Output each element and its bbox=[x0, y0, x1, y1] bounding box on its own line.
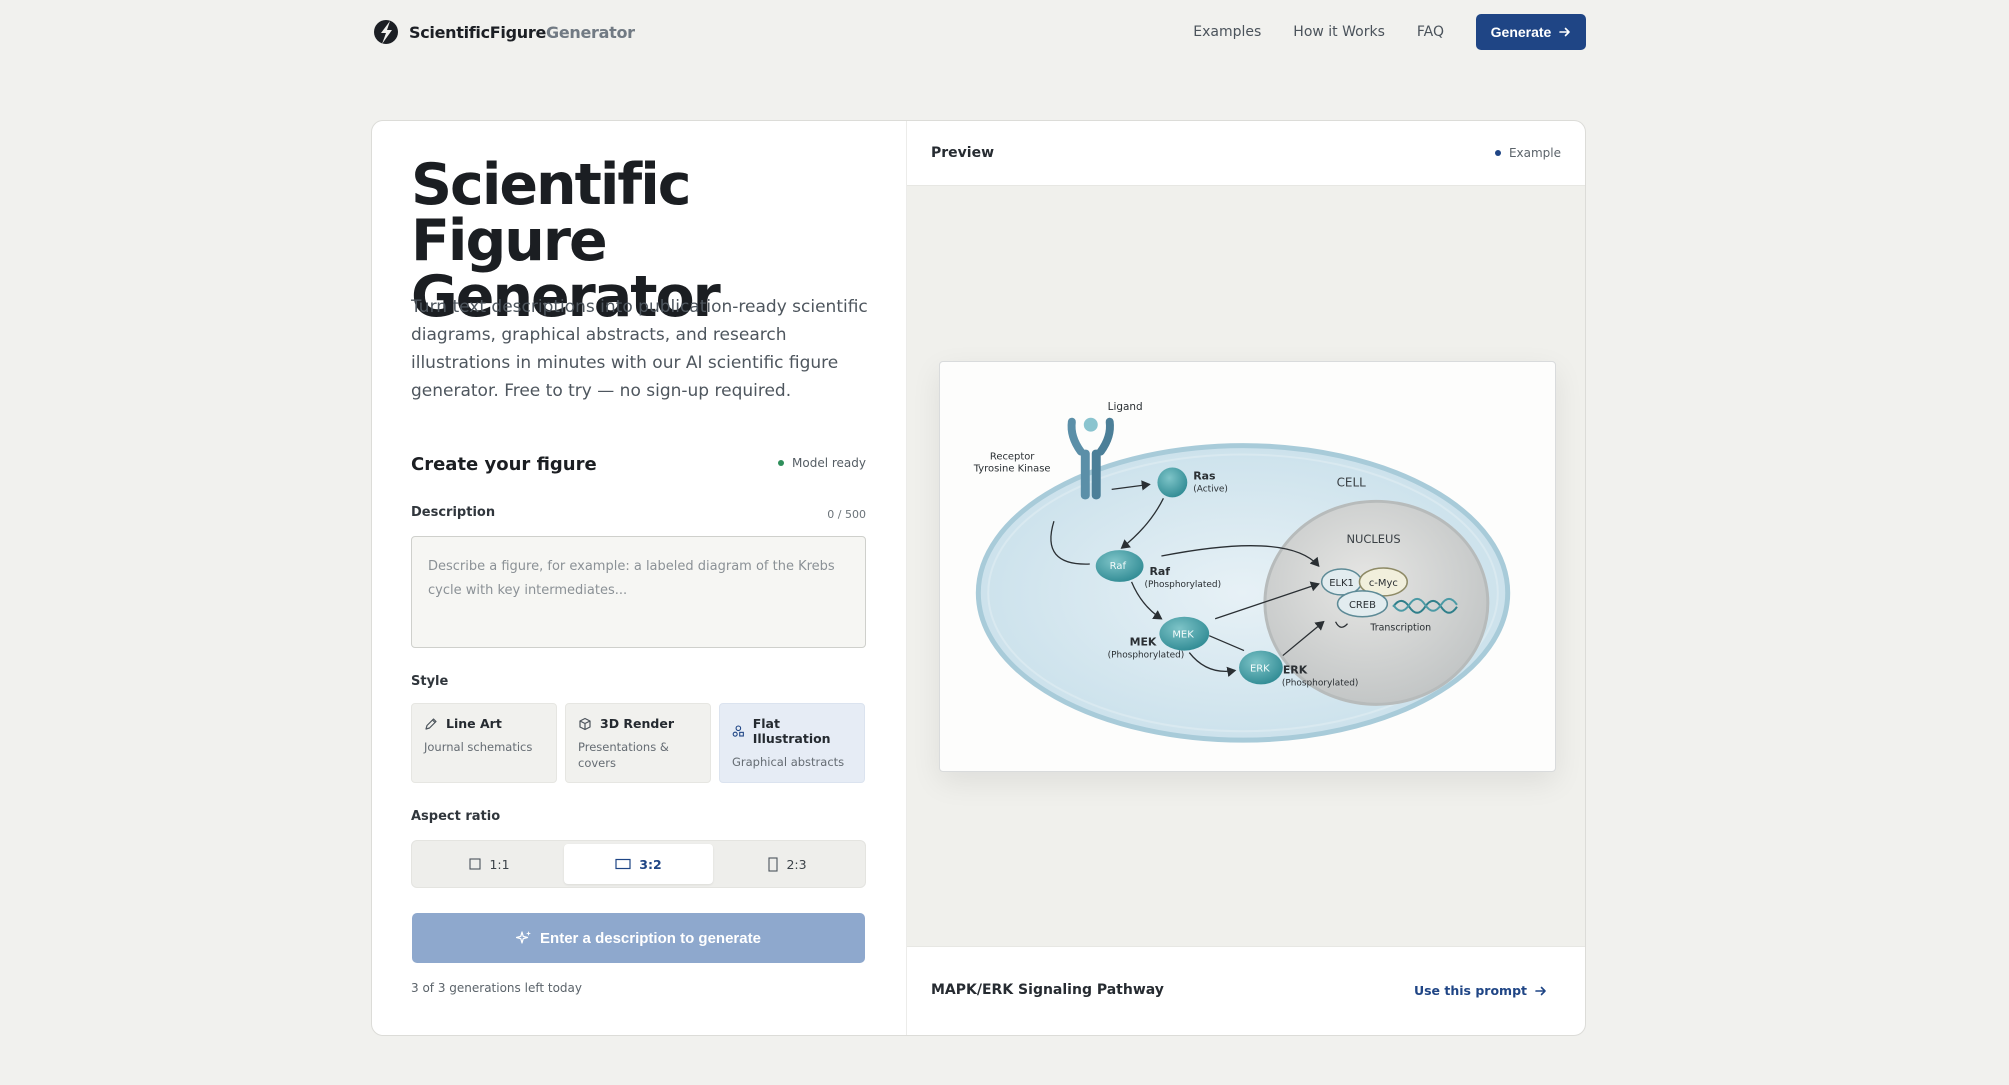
aspect-ratio-label: Aspect ratio bbox=[411, 809, 501, 824]
figure-label: Ligand bbox=[1108, 401, 1143, 413]
use-this-prompt-label: Use this prompt bbox=[1413, 983, 1527, 998]
aspect-option-1-1[interactable]: 1:1 bbox=[415, 844, 564, 884]
sparkle-icon bbox=[516, 931, 532, 944]
figure-label: NUCLEUS bbox=[1347, 532, 1401, 546]
hero-description: Turn text descriptions into publication-… bbox=[411, 297, 868, 401]
figure-label: MEK bbox=[1172, 630, 1194, 641]
figure-label: Ras bbox=[1193, 469, 1215, 482]
figure-label: CELL bbox=[1337, 475, 1367, 489]
model-status-badge: Model ready bbox=[778, 456, 866, 470]
status-dot-icon bbox=[778, 460, 785, 466]
square-icon bbox=[469, 858, 481, 870]
figure-label: ERK bbox=[1250, 663, 1270, 674]
pathway-illustration: Ligand Receptor Tyrosine Kinase Ras (Act… bbox=[973, 401, 1511, 743]
header-generate-button[interactable]: Generate bbox=[1476, 14, 1586, 50]
nav-how-it-works-link[interactable]: How it Works bbox=[1293, 24, 1385, 40]
arrow-right-icon bbox=[1559, 27, 1571, 37]
brand-name-light: Generator bbox=[546, 22, 635, 42]
figure-label: (Phosphorylated) bbox=[1145, 580, 1222, 590]
example-badge-text: Example bbox=[1508, 146, 1561, 160]
form-panel: Scientific Figure Generator Turn text de… bbox=[372, 121, 906, 1035]
nav-links: Examples How it Works FAQ Generate bbox=[1193, 14, 1586, 50]
figure-label: (Phosphorylated) bbox=[1108, 651, 1185, 661]
cube-icon bbox=[579, 717, 591, 730]
figure-label: ELK1 bbox=[1329, 578, 1354, 589]
logo-icon bbox=[374, 20, 398, 44]
style-option-desc: Graphical abstracts bbox=[732, 755, 845, 769]
figure-label: c-Myc bbox=[1369, 578, 1398, 589]
form-title: Create your figure bbox=[411, 454, 597, 475]
style-option-desc: Journal schematics bbox=[424, 740, 533, 754]
style-option-name: 3D Render bbox=[600, 716, 675, 731]
aspect-option-3-2[interactable]: 3:2 bbox=[564, 844, 713, 884]
figure-label: Transcription bbox=[1369, 623, 1431, 634]
example-figure: Ligand Receptor Tyrosine Kinase Ras (Act… bbox=[939, 361, 1556, 772]
preview-canvas: Ligand Receptor Tyrosine Kinase Ras (Act… bbox=[907, 185, 1585, 947]
ras-protein bbox=[1157, 467, 1188, 498]
style-option-3d-render[interactable]: 3D Render Presentations & covers bbox=[565, 703, 711, 783]
arrow-right-icon bbox=[1535, 986, 1546, 995]
brand-logo[interactable]: ScientificFigureGenerator bbox=[373, 17, 635, 47]
figure-label: Raf bbox=[1110, 561, 1127, 572]
description-label: Description bbox=[411, 505, 496, 520]
aspect-option-label: 2:3 bbox=[786, 856, 807, 872]
generate-figure-button[interactable]: Enter a description to generate bbox=[412, 913, 865, 963]
preview-panel: Preview Example Ligand Receptor Tyrosine… bbox=[906, 121, 1585, 1035]
brand-name-bold: ScientificFigure bbox=[409, 22, 546, 42]
generator-card: Scientific Figure Generator Turn text de… bbox=[371, 120, 1586, 1036]
example-badge: Example bbox=[1494, 146, 1561, 160]
aspect-option-label: 1:1 bbox=[489, 856, 510, 872]
style-option-flat-illustration[interactable]: Flat Illustration Graphical abstracts bbox=[719, 703, 865, 783]
top-nav-bar: ScientificFigureGenerator Examples How i… bbox=[373, 14, 1586, 50]
style-label: Style bbox=[411, 674, 449, 689]
figure-label: CREB bbox=[1349, 600, 1376, 611]
figure-label: (Phosphorylated) bbox=[1282, 678, 1359, 688]
generation-quota: 3 of 3 generations left today bbox=[411, 981, 582, 995]
style-option-line-art[interactable]: Line Art Journal schematics bbox=[411, 703, 557, 783]
brand-name: ScientificFigureGenerator bbox=[409, 23, 635, 42]
figure-label: Receptor bbox=[990, 452, 1035, 463]
description-input[interactable] bbox=[411, 536, 866, 648]
style-options: Line Art Journal schematics 3D Render Pr… bbox=[411, 703, 865, 783]
nav-examples-link[interactable]: Examples bbox=[1193, 24, 1261, 40]
landscape-icon bbox=[615, 858, 631, 870]
pen-icon bbox=[425, 717, 437, 730]
header-generate-label: Generate bbox=[1490, 24, 1552, 40]
example-caption: MAPK/ERK Signaling Pathway bbox=[931, 982, 1164, 998]
model-status-text: Model ready bbox=[792, 456, 866, 470]
nav-faq-link[interactable]: FAQ bbox=[1417, 24, 1444, 40]
figure-label: (Active) bbox=[1193, 484, 1228, 494]
style-option-name: Line Art bbox=[446, 716, 502, 731]
portrait-icon bbox=[768, 856, 778, 872]
aspect-option-label: 3:2 bbox=[639, 856, 662, 872]
style-option-desc: Presentations & covers bbox=[578, 740, 669, 770]
figure-label: MEK bbox=[1130, 636, 1157, 649]
shapes-icon bbox=[732, 725, 744, 737]
aspect-option-2-3[interactable]: 2:3 bbox=[713, 844, 862, 884]
badge-dot-icon bbox=[1494, 150, 1501, 156]
figure-label: ERK bbox=[1283, 663, 1308, 676]
preview-title: Preview bbox=[931, 145, 995, 161]
aspect-ratio-selector: 1:1 3:2 2:3 bbox=[411, 840, 866, 888]
figure-label: Raf bbox=[1149, 565, 1170, 578]
generate-figure-label: Enter a description to generate bbox=[540, 929, 761, 947]
figure-label: Tyrosine Kinase bbox=[973, 463, 1051, 474]
style-option-name: Flat Illustration bbox=[752, 716, 831, 746]
character-counter: 0 / 500 bbox=[827, 508, 866, 521]
use-this-prompt-link[interactable]: Use this prompt bbox=[1414, 983, 1547, 998]
